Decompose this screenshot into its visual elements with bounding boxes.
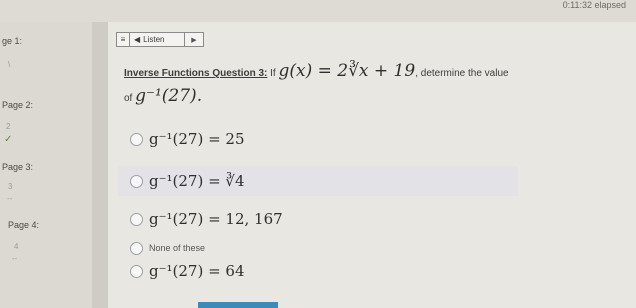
option-text: g⁻¹(27) = 12, 167 [149,210,283,228]
question-prefix: If [270,68,276,79]
top-bar: 0:11:32 elapsed [0,0,636,22]
check-icon: ✓ [4,134,13,145]
radio-button[interactable] [130,132,143,146]
option-text: None of these [149,243,206,253]
question-title: Inverse Functions Question 3: [124,68,268,79]
speaker-icon: ◀ [134,35,141,44]
listen-label: Listen [143,35,165,44]
option-text: g⁻¹(27) = 25 [149,130,245,148]
play-icon[interactable]: ▶ [184,33,203,46]
page-3-dash: -- [7,194,13,203]
question-text: Inverse Functions Question 3: If g(x) = … [124,60,534,110]
answer-option-3[interactable]: g⁻¹(27) = 12, 167 [118,204,518,234]
elapsed-timer: 0:11:32 elapsed [562,0,626,10]
sidebar-item-page-1[interactable]: ge 1: [2,36,22,46]
question-suffix: , determine the value [415,68,509,79]
page-4-number: 4 [14,242,19,251]
sidebar-item-page-3[interactable]: Page 3: [2,162,33,172]
radio-button[interactable] [130,212,143,226]
option-text: g⁻¹(27) = 64 [149,262,245,280]
listen-button[interactable]: ◀ Listen [130,35,184,44]
radio-button[interactable] [130,264,143,278]
page-sidebar: ge 1: \ Page 2: 2 ✓ Page 3: 3 -- Page 4:… [0,22,92,308]
radio-button[interactable] [130,174,143,188]
menu-icon[interactable]: ≡ [117,33,130,46]
radio-button[interactable] [130,241,143,255]
page-2-number: 2 [6,122,11,131]
scrollbar[interactable] [92,22,108,308]
page-1-status: \ [8,60,11,69]
answer-option-5[interactable]: g⁻¹(27) = 64 [118,256,518,286]
progress-bar [198,302,278,308]
sidebar-item-page-2[interactable]: Page 2: [2,100,33,110]
page-4-dash: -- [12,254,18,263]
sidebar-item-page-4[interactable]: Page 4: [8,220,39,230]
target-expression: g⁻¹(27). [135,86,203,106]
answer-option-2[interactable]: g⁻¹(27) = ∛4 [118,166,518,196]
of-label: of [124,93,133,104]
option-text: g⁻¹(27) = ∛4 [149,172,245,190]
function-expression: g(x) = 2∛x + 19 [278,61,416,81]
page-3-number: 3 [8,182,13,191]
listen-toolbar: ≡ ◀ Listen ▶ [116,32,204,47]
answer-option-1[interactable]: g⁻¹(27) = 25 [118,124,518,154]
